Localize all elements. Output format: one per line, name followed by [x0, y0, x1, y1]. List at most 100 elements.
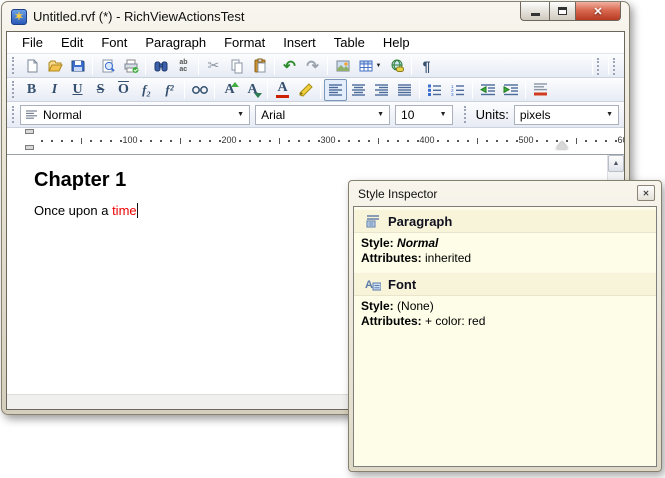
align-left-button[interactable] [324, 79, 347, 101]
toolbar-grip[interactable] [464, 106, 468, 123]
units-label: Units: [476, 107, 509, 122]
scroll-up-icon: ▲ [613, 160, 620, 167]
style-inspector-close-button[interactable]: ✕ [637, 185, 655, 201]
hanging-indent-marker[interactable] [25, 145, 34, 150]
arrow-down-icon [254, 93, 262, 98]
desktop: ✶ Untitled.rvf (*) - RichViewActionsTest… [0, 0, 665, 478]
printer-icon [123, 58, 139, 74]
table-dropdown-icon[interactable]: ▼ [376, 63, 382, 69]
shrink-font-button[interactable]: A [241, 79, 264, 101]
menu-edit[interactable]: Edit [52, 33, 92, 52]
bold-button[interactable]: B [20, 79, 43, 101]
subscript-button[interactable]: f₂ [135, 79, 158, 101]
bullets-button[interactable] [423, 79, 446, 101]
toolbar-grip[interactable] [12, 81, 16, 98]
font-size-combo[interactable]: 10 ▼ [395, 105, 453, 125]
close-icon: ✕ [643, 189, 650, 198]
print-preview-button[interactable] [96, 55, 119, 77]
menu-insert[interactable]: Insert [274, 33, 325, 52]
paragraph-section-title: Paragraph [388, 214, 452, 229]
clipboard-icon [252, 58, 268, 74]
separator [472, 81, 473, 99]
units-combo[interactable]: pixels ▼ [514, 105, 619, 125]
hidden-text-button[interactable] [188, 79, 211, 101]
toolbar-grip[interactable] [12, 106, 16, 123]
font-section-header: A Font [354, 272, 656, 296]
superscript-button[interactable]: f² [158, 79, 181, 101]
style-combo[interactable]: Normal ▼ [20, 105, 250, 125]
undo-icon: ↶ [283, 57, 296, 75]
font-section-title: Font [388, 277, 416, 292]
numbering-button[interactable]: 123 [446, 79, 469, 101]
units-combo-value: pixels [520, 108, 551, 122]
decrease-indent-button[interactable] [476, 79, 499, 101]
chevron-down-icon[interactable]: ▼ [377, 111, 384, 118]
paste-button[interactable] [248, 55, 271, 77]
chevron-down-icon[interactable]: ▼ [237, 111, 244, 118]
cut-button[interactable]: ✂ [202, 55, 225, 77]
toolbar-grip[interactable] [12, 57, 16, 74]
titlebar[interactable]: ✶ Untitled.rvf (*) - RichViewActionsTest… [2, 2, 629, 31]
scissors-icon: ✂ [208, 57, 220, 74]
menu-table[interactable]: Table [325, 33, 374, 52]
minimize-button[interactable] [520, 2, 549, 21]
paragraph-style-row: Style: Normal [354, 236, 656, 251]
grow-font-button[interactable]: A [218, 79, 241, 101]
underline-icon: U [72, 82, 82, 98]
find-button[interactable] [149, 55, 172, 77]
align-center-button[interactable] [347, 79, 370, 101]
chevron-down-icon[interactable]: ▼ [440, 111, 447, 118]
first-line-indent-marker[interactable] [25, 129, 34, 134]
menu-paragraph[interactable]: Paragraph [136, 33, 215, 52]
scroll-up-button[interactable]: ▲ [608, 155, 624, 172]
toolbar-grip[interactable] [613, 58, 617, 75]
chevron-down-icon[interactable]: ▼ [606, 111, 613, 118]
replace-button[interactable]: ab ac [172, 55, 195, 77]
underline-button[interactable]: U [66, 79, 89, 101]
hyperlink-button[interactable] [385, 55, 408, 77]
menu-help[interactable]: Help [374, 33, 419, 52]
overline-button[interactable]: O [112, 79, 135, 101]
insert-table-button[interactable]: ▼ [354, 55, 385, 77]
open-button[interactable] [43, 55, 66, 77]
separator [184, 81, 185, 99]
undo-button[interactable]: ↶ [278, 55, 301, 77]
menu-format[interactable]: Format [215, 33, 274, 52]
font-color-button[interactable]: A [271, 79, 294, 101]
menu-font[interactable]: Font [92, 33, 136, 52]
right-indent-marker[interactable] [556, 141, 568, 149]
redo-icon: ↷ [306, 57, 319, 75]
print-button[interactable] [119, 55, 142, 77]
redo-button[interactable]: ↷ [301, 55, 324, 77]
highlight-button[interactable] [294, 79, 317, 101]
separator [145, 57, 146, 75]
align-right-icon [375, 84, 389, 96]
maximize-button[interactable] [549, 2, 576, 21]
increase-indent-button[interactable] [499, 79, 522, 101]
insert-image-button[interactable] [331, 55, 354, 77]
document-text-line: Once upon a time [34, 203, 138, 218]
menu-file[interactable]: File [13, 33, 52, 52]
close-button[interactable]: ✕ [576, 2, 621, 21]
style-inspector-titlebar[interactable]: Style Inspector ✕ [349, 181, 661, 206]
save-button[interactable] [66, 55, 89, 77]
numbered-list-icon: 123 [451, 84, 465, 96]
paragraph-color-button[interactable] [529, 79, 552, 101]
open-folder-icon [47, 58, 63, 74]
justify-button[interactable] [393, 79, 416, 101]
font-combo[interactable]: Arial ▼ [255, 105, 390, 125]
toolbar-grip[interactable] [597, 58, 601, 75]
copy-button[interactable] [225, 55, 248, 77]
separator [198, 57, 199, 75]
align-right-button[interactable] [370, 79, 393, 101]
paragraph-section-header: Paragraph [354, 209, 656, 233]
binoculars-icon [153, 58, 169, 74]
table-icon [358, 58, 374, 74]
paragraph-marks-button[interactable]: ¶ [415, 55, 438, 77]
strikethrough-button[interactable]: S [89, 79, 112, 101]
separator [327, 57, 328, 75]
new-document-button[interactable] [20, 55, 43, 77]
highlighter-icon [298, 82, 314, 98]
align-center-icon [352, 84, 366, 96]
italic-button[interactable]: I [43, 79, 66, 101]
